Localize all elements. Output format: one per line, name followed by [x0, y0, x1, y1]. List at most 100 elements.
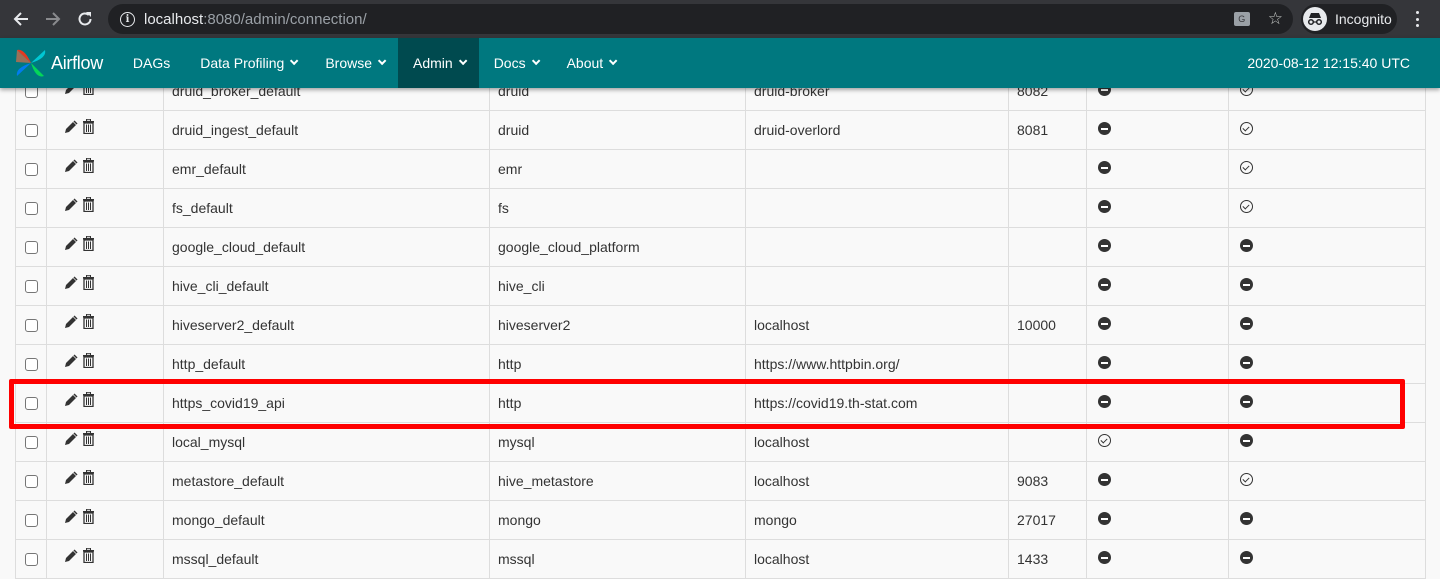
minus-circle-icon [1098, 512, 1111, 525]
info-icon[interactable]: i [120, 11, 135, 27]
main-menu: DAGs Data Profiling Browse Admin Docs About [118, 38, 629, 88]
port-cell [1008, 383, 1087, 423]
row-checkbox[interactable] [25, 357, 38, 371]
edit-pencil-icon[interactable] [64, 197, 78, 215]
conn-type-cell: google_cloud_platform [489, 227, 746, 267]
edit-pencil-icon[interactable] [64, 470, 78, 488]
minus-circle-icon [1098, 551, 1111, 564]
host-cell [745, 149, 1009, 189]
minus-circle-icon [1098, 200, 1111, 213]
delete-trash-icon[interactable] [82, 118, 95, 137]
is-extra-encrypted-cell [1228, 539, 1426, 579]
row-actions-cell [46, 500, 164, 540]
chevron-down-icon [377, 56, 387, 66]
delete-trash-icon[interactable] [82, 352, 95, 371]
nav-item-data-profiling[interactable]: Data Profiling [185, 38, 310, 88]
nav-item-admin[interactable]: Admin [398, 38, 479, 88]
edit-pencil-icon[interactable] [64, 431, 78, 449]
row-actions-cell [46, 110, 164, 150]
edit-pencil-icon[interactable] [64, 119, 78, 137]
delete-trash-icon[interactable] [82, 313, 95, 332]
conn-type-cell: hive_metastore [489, 461, 746, 501]
row-checkbox[interactable] [25, 162, 38, 176]
browser-toolbar: i localhost:8080/admin/connection/ G ☆ I… [0, 0, 1440, 38]
row-actions-cell [46, 383, 164, 423]
row-actions-cell [46, 188, 164, 228]
nav-item-browse[interactable]: Browse [310, 38, 398, 88]
port-cell: 1433 [1008, 539, 1087, 579]
minus-circle-icon [1240, 551, 1253, 564]
row-select-cell [15, 266, 47, 306]
delete-trash-icon[interactable] [82, 196, 95, 215]
conn-type-cell: hive_cli [489, 266, 746, 306]
row-actions-cell [46, 461, 164, 501]
incognito-label: Incognito [1335, 11, 1392, 27]
conn-type-cell: http [489, 383, 746, 423]
translate-icon[interactable]: G [1233, 12, 1250, 26]
browser-menu-icon[interactable] [1412, 9, 1422, 29]
check-circle-icon [1098, 434, 1111, 447]
conn-id-cell: mongo_default [163, 500, 490, 540]
connection-row: hiveserver2_default hiveserver2 localhost 1… [15, 305, 1426, 345]
row-select-cell [15, 188, 47, 228]
arrow-right-icon [46, 12, 61, 26]
edit-pencil-icon[interactable] [64, 548, 78, 566]
is-encrypted-cell [1086, 422, 1229, 462]
delete-trash-icon[interactable] [82, 469, 95, 488]
brand-link[interactable]: Airflow [14, 38, 103, 88]
row-select-cell [15, 149, 47, 189]
port-cell [1008, 149, 1087, 189]
row-checkbox[interactable] [25, 318, 38, 332]
row-checkbox[interactable] [25, 123, 38, 137]
delete-trash-icon[interactable] [82, 157, 95, 176]
edit-pencil-icon[interactable] [64, 275, 78, 293]
edit-pencil-icon[interactable] [64, 158, 78, 176]
nav-item-dags[interactable]: DAGs [118, 38, 185, 88]
row-actions-cell [46, 266, 164, 306]
row-checkbox[interactable] [25, 396, 38, 410]
row-checkbox[interactable] [25, 474, 38, 488]
conn-id-cell: druid_ingest_default [163, 110, 490, 150]
nav-item-label: About [566, 55, 604, 71]
back-button[interactable] [10, 8, 32, 30]
edit-pencil-icon[interactable] [64, 392, 78, 410]
host-cell [745, 188, 1009, 228]
conn-id-cell: google_cloud_default [163, 227, 490, 267]
edit-pencil-icon[interactable] [64, 236, 78, 254]
edit-pencil-icon[interactable] [64, 509, 78, 527]
row-checkbox[interactable] [25, 279, 38, 293]
address-bar[interactable]: i localhost:8080/admin/connection/ G ☆ [108, 4, 1293, 34]
forward-button[interactable] [42, 8, 64, 30]
is-extra-encrypted-cell [1228, 500, 1426, 540]
edit-pencil-icon[interactable] [64, 314, 78, 332]
edit-pencil-icon[interactable] [64, 353, 78, 371]
is-extra-encrypted-cell [1228, 305, 1426, 345]
row-checkbox[interactable] [25, 435, 38, 449]
connection-row: emr_default emr [15, 149, 1426, 189]
url-host: localhost [144, 10, 204, 28]
delete-trash-icon[interactable] [82, 274, 95, 293]
is-extra-encrypted-cell [1228, 383, 1426, 423]
nav-item-about[interactable]: About [552, 38, 630, 88]
row-checkbox[interactable] [25, 240, 38, 254]
nav-item-label: Browse [325, 55, 372, 71]
row-checkbox[interactable] [25, 552, 38, 566]
url-text[interactable]: localhost:8080/admin/connection/ [144, 11, 367, 28]
reload-button[interactable] [74, 8, 96, 30]
delete-trash-icon[interactable] [82, 508, 95, 527]
bookmark-star-icon[interactable]: ☆ [1268, 9, 1283, 29]
incognito-profile-button[interactable]: Incognito [1301, 4, 1397, 34]
delete-trash-icon[interactable] [82, 547, 95, 566]
row-checkbox[interactable] [25, 513, 38, 527]
delete-trash-icon[interactable] [82, 391, 95, 410]
delete-trash-icon[interactable] [82, 430, 95, 449]
chevron-down-icon [531, 56, 540, 66]
is-encrypted-cell [1086, 188, 1229, 228]
row-select-cell [15, 110, 47, 150]
minus-circle-icon [1240, 317, 1253, 330]
url-path: :8080/admin/connection/ [203, 10, 367, 28]
row-checkbox[interactable] [25, 201, 38, 215]
delete-trash-icon[interactable] [82, 235, 95, 254]
nav-item-docs[interactable]: Docs [479, 38, 552, 88]
conn-type-cell: http [489, 344, 746, 384]
